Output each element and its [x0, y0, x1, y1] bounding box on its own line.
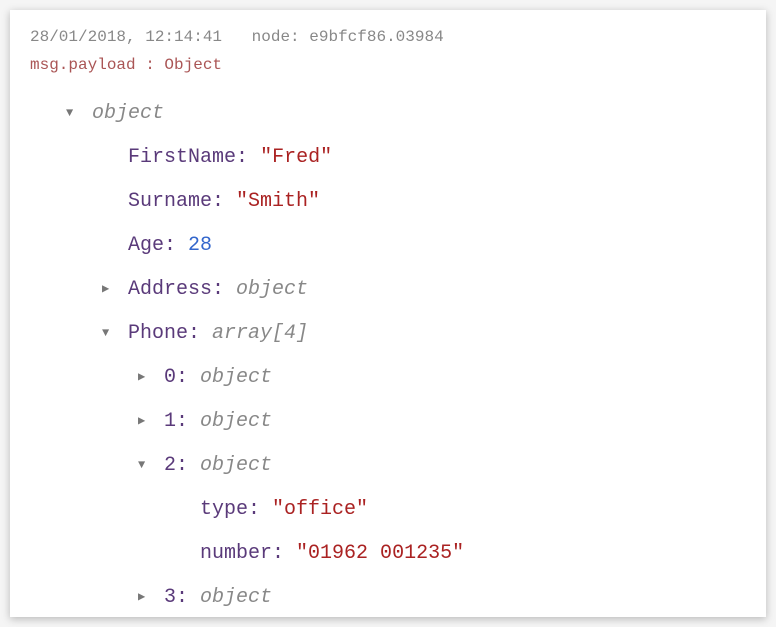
caret-down-icon[interactable]: ▼ — [66, 100, 80, 126]
tree-row-phone-2-type[interactable]: ▶ type: "office" — [30, 488, 746, 532]
debug-message-panel: 28/01/2018, 12:14:41 node: e9bfcf86.0398… — [10, 10, 766, 617]
property-key: Age — [128, 234, 164, 257]
root-type: object — [92, 102, 164, 125]
tree-row-phone-0[interactable]: ▶ 0: object — [30, 356, 746, 400]
tree-row-age[interactable]: ▶ Age: 28 — [30, 224, 746, 268]
tree-row-phone-2-number[interactable]: ▶ number: "01962 001235" — [30, 532, 746, 576]
node-id: e9bfcf86.03984 — [309, 28, 443, 46]
property-type: object — [200, 410, 272, 433]
property-key: 2 — [164, 454, 176, 477]
tree-row-surname[interactable]: ▶ Surname: "Smith" — [30, 180, 746, 224]
timestamp: 28/01/2018, 12:14:41 — [30, 28, 222, 46]
tree-row-address[interactable]: ▶ Address: object — [30, 268, 746, 312]
tree-row-phone-1[interactable]: ▶ 1: object — [30, 400, 746, 444]
property-key: FirstName — [128, 146, 236, 169]
tree-row-phone-3[interactable]: ▶ 3: object — [30, 576, 746, 617]
caret-right-icon[interactable]: ▶ — [102, 276, 116, 302]
property-key: type — [200, 498, 248, 521]
object-tree: ▼ object ▶ FirstName: "Fred" ▶ Surname: … — [30, 92, 746, 617]
property-type: object — [200, 586, 272, 609]
property-type: object — [236, 278, 308, 301]
property-key: 0 — [164, 366, 176, 389]
property-key: 3 — [164, 586, 176, 609]
property-key: number — [200, 542, 272, 565]
tree-row-firstname[interactable]: ▶ FirstName: "Fred" — [30, 136, 746, 180]
property-key: 1 — [164, 410, 176, 433]
property-key: Phone — [128, 322, 188, 345]
node-label: node: — [252, 28, 300, 46]
property-value: "office" — [272, 498, 368, 521]
property-key: Address — [128, 278, 212, 301]
property-value: "Fred" — [260, 146, 332, 169]
tree-root-row[interactable]: ▼ object — [30, 92, 746, 136]
property-key: Surname — [128, 190, 212, 213]
caret-down-icon[interactable]: ▼ — [102, 320, 116, 346]
caret-right-icon[interactable]: ▶ — [138, 408, 152, 434]
property-type: object — [200, 454, 272, 477]
caret-right-icon[interactable]: ▶ — [138, 584, 152, 610]
property-type: object — [200, 366, 272, 389]
caret-right-icon[interactable]: ▶ — [138, 364, 152, 390]
tree-row-phone-2[interactable]: ▼ 2: object — [30, 444, 746, 488]
message-path[interactable]: msg.payload : Object — [30, 56, 746, 74]
property-value: 28 — [188, 234, 212, 257]
property-value: "Smith" — [236, 190, 320, 213]
property-type: array[4] — [212, 322, 308, 345]
tree-row-phone[interactable]: ▼ Phone: array[4] — [30, 312, 746, 356]
caret-down-icon[interactable]: ▼ — [138, 452, 152, 478]
debug-header: 28/01/2018, 12:14:41 node: e9bfcf86.0398… — [30, 28, 746, 46]
property-value: "01962 001235" — [296, 542, 464, 565]
